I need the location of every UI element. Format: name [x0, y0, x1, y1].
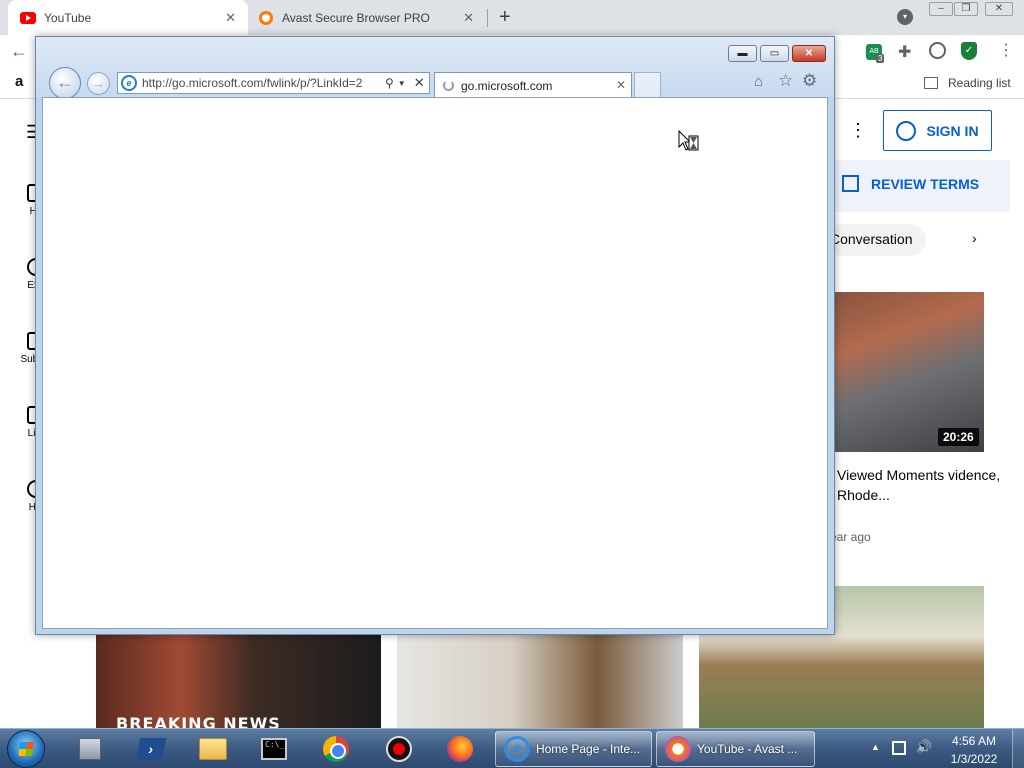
address-url[interactable]: http://go.microsoft.com/fwlink/p/?LinkId…: [142, 76, 380, 90]
avast-browser-icon: [665, 736, 691, 762]
restore-icon[interactable]: ❐: [954, 2, 978, 16]
gear-icon[interactable]: ⚙: [802, 71, 817, 91]
desktop-screen: YouTube ✕ Avast Secure Browser PRO ✕ + ▾…: [0, 0, 1024, 768]
show-hidden-icons-icon[interactable]: ▲: [871, 742, 880, 752]
filter-chip[interactable]: Conversation: [826, 224, 926, 256]
command-prompt-icon[interactable]: C:\_: [259, 734, 289, 764]
minimize-button[interactable]: ▬: [728, 45, 757, 62]
ie-tab-title: go.microsoft.com: [461, 78, 553, 93]
clock-date[interactable]: 1/3/2022: [946, 752, 1002, 766]
reading-list-icon: [924, 77, 938, 89]
volume-icon[interactable]: 🔊: [916, 739, 932, 755]
search-icon[interactable]: ⚲: [385, 76, 394, 90]
back-arrow-icon[interactable]: ←: [10, 41, 28, 62]
reading-list-label: Reading list: [948, 76, 1011, 90]
close-tab-icon[interactable]: ✕: [463, 10, 474, 26]
taskbar-task-avast[interactable]: YouTube - Avast ...: [656, 731, 815, 767]
close-tab-icon[interactable]: ✕: [225, 10, 236, 26]
taskbar: › C:\_ e Home Page - Inte... YouTube - A…: [0, 728, 1024, 768]
review-terms-label: REVIEW TERMS: [871, 175, 980, 192]
amazon-icon[interactable]: a: [15, 73, 23, 90]
ie-page-content[interactable]: [42, 97, 828, 629]
ie-page-icon: e: [121, 75, 137, 91]
sign-in-label: SIGN IN: [926, 122, 979, 139]
task-label: YouTube - Avast ...: [697, 742, 798, 756]
minimize-icon[interactable]: –: [929, 2, 953, 16]
powershell-icon[interactable]: ›: [135, 734, 167, 764]
clock-time[interactable]: 4:56 AM: [946, 734, 1002, 748]
tab-youtube[interactable]: YouTube ✕: [8, 0, 248, 35]
chrome-tab-strip: YouTube ✕ Avast Secure Browser PRO ✕ + ▾…: [0, 0, 1024, 35]
back-button[interactable]: ←: [49, 67, 81, 99]
tab-divider: [487, 9, 488, 27]
screen-recorder-icon[interactable]: [384, 734, 414, 764]
settings-more-icon[interactable]: ⋮: [849, 120, 867, 141]
new-tab-button[interactable]: +: [499, 6, 511, 29]
cmd-glyph: C:\_: [261, 738, 287, 760]
tab-search-icon[interactable]: ▾: [897, 9, 913, 25]
account-icon: [896, 120, 917, 141]
video-duration: 20:26: [938, 428, 979, 446]
kebab-menu-icon[interactable]: ⋮: [998, 40, 1014, 60]
external-link-icon: [842, 175, 859, 192]
home-icon[interactable]: ⌂: [754, 73, 763, 90]
close-button[interactable]: ✕: [792, 45, 826, 62]
tab-avast[interactable]: Avast Secure Browser PRO ✕: [250, 0, 486, 35]
chrome-icon[interactable]: [321, 734, 351, 764]
start-button[interactable]: [7, 730, 45, 768]
puzzle-icon[interactable]: ✚: [898, 42, 911, 62]
busy-cursor-icon: [678, 130, 699, 151]
avast-icon: [259, 10, 273, 25]
internet-explorer-window: ▬ ▭ ✕ ← → e http://go.microsoft.com/fwli…: [35, 36, 835, 635]
video-meta: ear ago: [830, 530, 871, 544]
show-desktop-button[interactable]: [1012, 729, 1024, 768]
address-bar[interactable]: e http://go.microsoft.com/fwlink/p/?Link…: [117, 72, 430, 94]
server-manager-icon[interactable]: [75, 734, 105, 764]
tab-title: YouTube: [44, 10, 92, 25]
task-label: Home Page - Inte...: [536, 742, 641, 756]
new-tab-button[interactable]: [634, 72, 661, 98]
close-tab-icon[interactable]: ✕: [616, 78, 626, 92]
maximize-button[interactable]: ▭: [760, 45, 789, 62]
reading-list-button[interactable]: Reading list: [924, 76, 1011, 90]
chevron-right-icon[interactable]: ›: [972, 230, 977, 246]
video-thumbnail[interactable]: BREAKING NEWS: [96, 634, 381, 733]
network-icon[interactable]: [892, 741, 906, 755]
forward-button[interactable]: →: [87, 72, 110, 95]
taskbar-task-ie[interactable]: e Home Page - Inte...: [495, 731, 652, 767]
video-thumbnail[interactable]: [397, 634, 683, 730]
stop-icon[interactable]: ✕: [414, 75, 425, 91]
firefox-icon[interactable]: [445, 734, 475, 764]
tab-title: Avast Secure Browser PRO: [282, 10, 430, 25]
internet-explorer-icon: e: [504, 736, 530, 762]
loading-spinner-icon: [443, 80, 454, 91]
extension-count-badge: 3: [876, 54, 885, 63]
file-explorer-icon[interactable]: [198, 734, 228, 764]
sign-in-button[interactable]: SIGN IN: [883, 110, 992, 151]
review-terms-button[interactable]: REVIEW TERMS: [842, 175, 979, 192]
shield-icon[interactable]: ✓: [961, 42, 977, 60]
close-window-icon[interactable]: ✕: [985, 2, 1013, 16]
youtube-icon: [20, 11, 36, 24]
windows-logo-icon: [18, 742, 34, 756]
video-title[interactable]: Viewed Moments vidence, Rhode...: [837, 465, 1007, 505]
ie-tab[interactable]: go.microsoft.com ✕: [434, 72, 632, 98]
favorites-star-icon[interactable]: ☆: [778, 71, 793, 91]
chevron-down-icon[interactable]: ▼: [398, 79, 406, 88]
profile-icon[interactable]: [929, 42, 946, 59]
